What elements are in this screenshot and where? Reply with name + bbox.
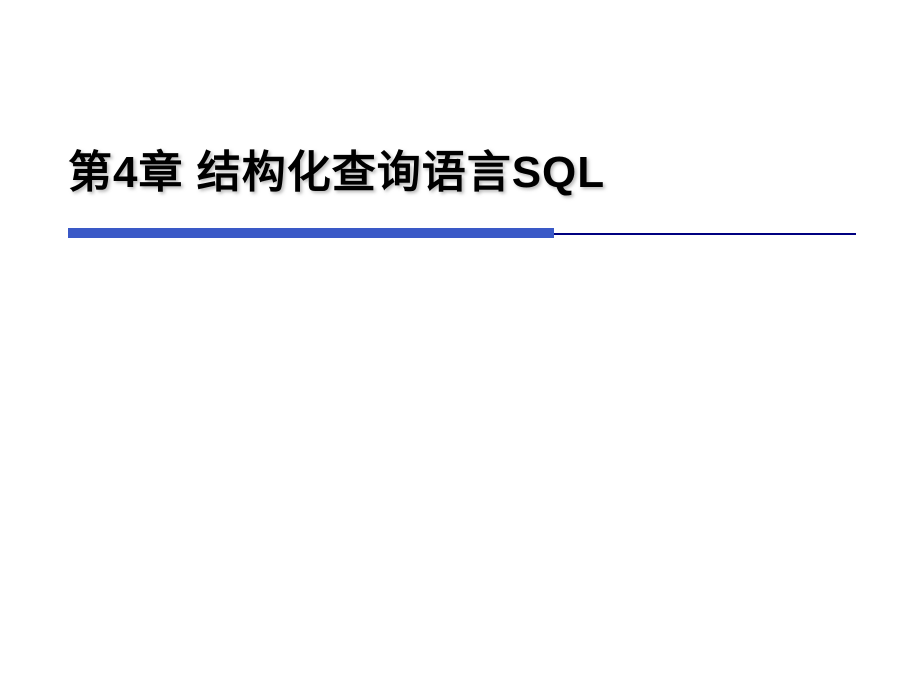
- slide-container: 第4章 结构化查询语言SQL: [0, 0, 920, 690]
- title-divider: [68, 228, 856, 242]
- slide-title: 第4章 结构化查询语言SQL: [68, 136, 920, 200]
- title-text: 第4章 结构化查询语言SQL: [68, 148, 605, 197]
- divider-thick-line: [68, 228, 554, 238]
